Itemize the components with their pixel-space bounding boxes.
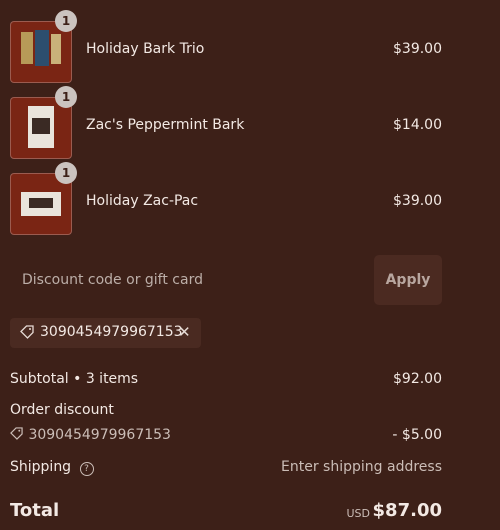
item-price: $39.00 [393,193,442,209]
tag-icon [10,427,24,444]
discount-code-row: 3090454979967153 [10,427,171,444]
quantity-badge: 1 [55,10,77,32]
close-icon[interactable]: ✕ [178,323,191,341]
tag-icon [20,325,34,343]
shipping-row: Shipping ? [10,459,94,476]
item-price: $14.00 [393,117,442,133]
help-icon[interactable]: ? [79,462,94,476]
item-name: Holiday Zac-Pac [86,193,199,209]
discount-code: 3090454979967153 [28,427,171,443]
subtotal-value: $92.00 [393,371,442,387]
quantity-badge: 1 [55,86,77,108]
discount-code-input[interactable]: Discount code or gift card [10,255,365,305]
line-item: 1 Holiday Zac-Pac $39.00 [10,162,442,235]
shipping-label: Shipping [10,459,72,475]
currency-label: USD [346,507,370,520]
line-item: 1 Holiday Bark Trio $39.00 [10,10,442,83]
order-discount-label: Order discount [10,402,114,418]
line-item: 1 Zac's Peppermint Bark $14.00 [10,86,442,159]
item-price: $39.00 [393,41,442,57]
discount-value: - $5.00 [392,427,442,443]
total-value: $87.00 [372,500,442,521]
subtotal-label: Subtotal • 3 items [10,371,139,387]
applied-discount-chip: 3090454979967153 ✕ [10,318,201,348]
discount-code: 3090454979967153 [40,324,183,340]
apply-button[interactable]: Apply [374,255,442,305]
shipping-value: Enter shipping address [281,459,442,475]
item-name: Zac's Peppermint Bark [86,117,245,133]
quantity-badge: 1 [55,162,77,184]
item-name: Holiday Bark Trio [86,41,205,57]
total-label: Total [10,500,60,521]
